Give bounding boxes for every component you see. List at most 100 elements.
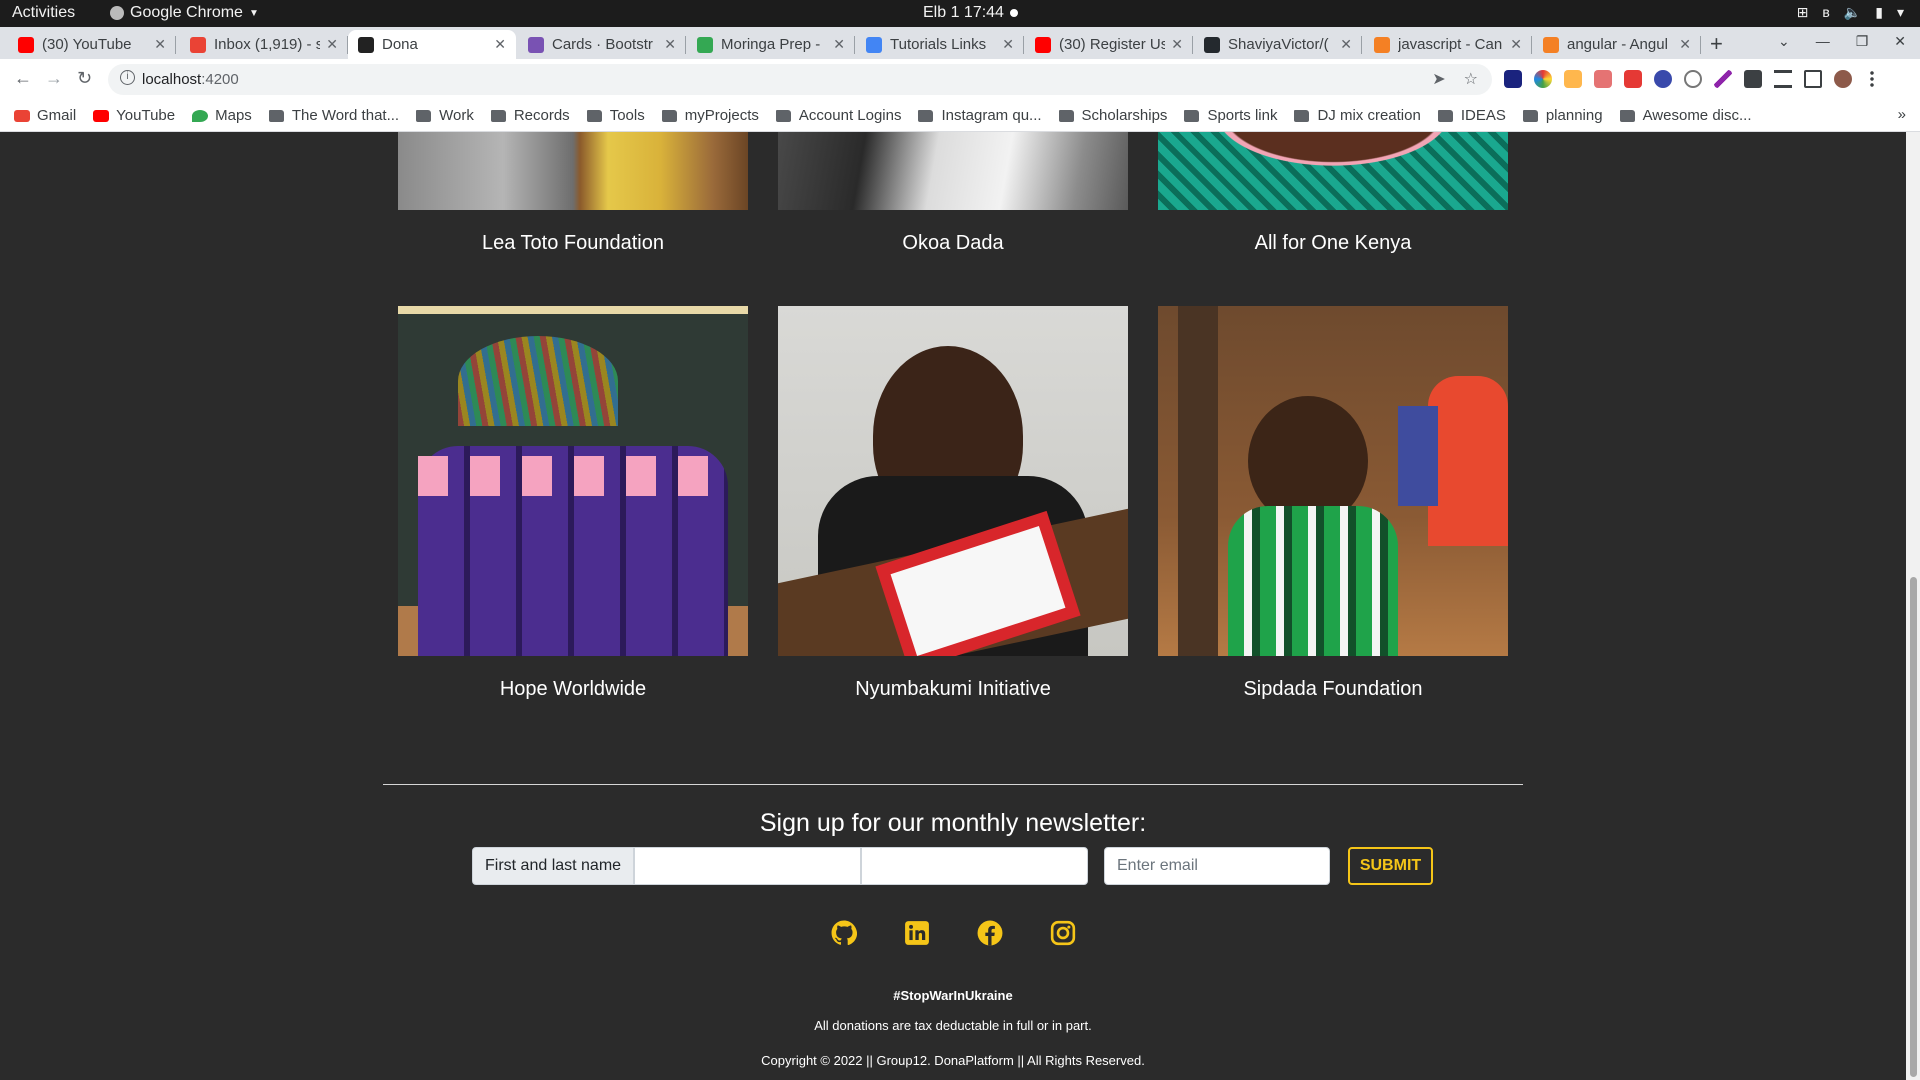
tab-close-icon[interactable]: ✕ — [1679, 36, 1691, 53]
extension-icon[interactable] — [1684, 70, 1702, 88]
bookmark-label: DJ mix creation — [1317, 107, 1421, 124]
extension-icon[interactable] — [1714, 70, 1732, 88]
clock[interactable]: Elb 1 17:44 — [923, 4, 1004, 22]
web-page: Lea Toto Foundation Okoa Dada All for On… — [0, 132, 1906, 1080]
tab-2[interactable]: Dona ✕ — [348, 30, 516, 59]
bookmark-item[interactable]: Sports link — [1184, 107, 1277, 124]
github-icon[interactable] — [831, 920, 857, 946]
tab-close-icon[interactable]: ✕ — [664, 36, 676, 53]
last-name-input[interactable] — [861, 847, 1089, 885]
bookmark-item[interactable]: Awesome disc... — [1619, 107, 1752, 124]
folder-icon — [1437, 109, 1453, 122]
tab-search-icon[interactable]: ⌄ — [1778, 33, 1790, 50]
extension-icon[interactable] — [1534, 70, 1552, 88]
bookmark-item[interactable]: myProjects — [661, 107, 759, 124]
tab-close-icon[interactable]: ✕ — [494, 36, 506, 53]
facebook-icon[interactable] — [977, 920, 1003, 946]
folder-icon — [586, 109, 602, 122]
restore-icon[interactable]: ❐ — [1856, 33, 1869, 50]
instagram-icon[interactable] — [1050, 920, 1076, 946]
scrollbar-thumb[interactable] — [1910, 577, 1917, 1077]
org-name: Nyumbakumi Initiative — [855, 678, 1051, 700]
tab-close-icon[interactable]: ✕ — [1171, 36, 1183, 53]
bookmark-label: Maps — [215, 107, 252, 124]
tab-close-icon[interactable]: ✕ — [326, 36, 338, 53]
folder-icon — [1294, 109, 1310, 122]
tab-close-icon[interactable]: ✕ — [1510, 36, 1522, 53]
tab-4[interactable]: Moringa Prep - ✕ — [687, 30, 855, 59]
tab-7[interactable]: ShaviyaVictor/(✕ — [1194, 30, 1362, 59]
bookmarks-overflow-icon[interactable]: » — [1898, 106, 1906, 123]
folder-icon — [918, 109, 934, 122]
profile-avatar[interactable] — [1834, 70, 1852, 88]
org-card[interactable]: All for One Kenya — [1158, 132, 1508, 255]
tab-3[interactable]: Cards · Bootstr ✕ — [518, 30, 686, 59]
system-tray[interactable]: ⊞ ʙ 🔈 ▮ ▾ — [1797, 4, 1904, 21]
extension-icon[interactable] — [1564, 70, 1582, 88]
tab-9[interactable]: angular - Angul ✕ — [1533, 30, 1701, 59]
page-scrollbar[interactable] — [1906, 132, 1920, 1080]
bookmark-item[interactable]: Records — [490, 107, 570, 124]
newsletter-form: First and last name Enter email SUBMIT — [472, 847, 1433, 885]
extensions-puzzle-icon[interactable] — [1744, 70, 1762, 88]
reload-icon[interactable]: ↻ — [77, 68, 92, 89]
org-name: Sipdada Foundation — [1243, 678, 1423, 700]
tab-close-icon[interactable]: ✕ — [1340, 36, 1352, 53]
extension-icon[interactable] — [1504, 70, 1522, 88]
tab-separator — [1700, 36, 1701, 54]
send-tab-icon[interactable]: ➤ — [1432, 69, 1445, 89]
tab-close-icon[interactable]: ✕ — [154, 36, 166, 53]
bootstrap-icon — [528, 36, 544, 53]
bookmark-star-icon[interactable]: ☆ — [1464, 69, 1478, 89]
email-input[interactable]: Enter email — [1104, 847, 1330, 885]
bookmark-item[interactable]: Maps — [192, 107, 252, 124]
org-card[interactable]: Nyumbakumi Initiative — [778, 306, 1128, 701]
reading-list-icon[interactable] — [1774, 70, 1792, 88]
linkedin-icon[interactable] — [904, 920, 930, 946]
bookmark-item[interactable]: Tools — [586, 107, 645, 124]
new-tab-button[interactable]: + — [1710, 31, 1723, 57]
tab-close-icon[interactable]: ✕ — [833, 36, 845, 53]
kebab-menu-icon[interactable] — [1870, 70, 1874, 88]
app-menu[interactable]: Google Chrome ▼ — [110, 4, 259, 22]
close-window-icon[interactable]: ✕ — [1894, 33, 1906, 50]
org-card[interactable]: Lea Toto Foundation — [398, 132, 748, 255]
bookmark-label: YouTube — [116, 107, 176, 124]
tab-5[interactable]: Tutorials Links ✕ — [856, 30, 1024, 59]
bookmark-item[interactable]: Account Logins — [775, 107, 902, 124]
folder-icon — [1058, 109, 1074, 122]
org-card[interactable]: Hope Worldwide — [398, 306, 748, 701]
tab-8[interactable]: javascript - Can ✕ — [1364, 30, 1532, 59]
back-icon[interactable]: ← — [14, 68, 32, 89]
url-text[interactable]: localhost:4200 — [142, 71, 239, 88]
bookmark-item[interactable]: Scholarships — [1058, 107, 1167, 124]
tab-label: angular - Angul — [1567, 36, 1668, 53]
bookmark-item[interactable]: Work — [416, 107, 474, 124]
minimize-icon[interactable]: — — [1816, 33, 1830, 50]
org-card[interactable]: Okoa Dada — [778, 132, 1128, 255]
bookmark-item[interactable]: DJ mix creation — [1294, 107, 1421, 124]
bookmark-item[interactable]: Instagram qu... — [918, 107, 1042, 124]
bookmark-item[interactable]: planning — [1522, 107, 1603, 124]
address-bar[interactable]: i localhost:4200 ➤ ☆ — [108, 64, 1492, 95]
tab-0[interactable]: (30) YouTube ✕ — [8, 30, 176, 59]
bookmark-item[interactable]: YouTube — [93, 107, 175, 124]
bookmark-item[interactable]: The Word that... — [268, 107, 399, 124]
tab-6[interactable]: (30) Register Us ✕ — [1025, 30, 1193, 59]
first-name-input[interactable] — [634, 847, 862, 885]
bookmark-item[interactable]: IDEAS — [1437, 107, 1506, 124]
bookmark-label: Account Logins — [798, 107, 902, 124]
extension-icon[interactable] — [1654, 70, 1672, 88]
side-panel-icon[interactable] — [1804, 70, 1822, 88]
bookmark-item[interactable]: Gmail — [14, 107, 76, 124]
org-card[interactable]: Sipdada Foundation — [1158, 306, 1508, 701]
submit-button[interactable]: SUBMIT — [1348, 847, 1433, 885]
tab-close-icon[interactable]: ✕ — [1002, 36, 1014, 53]
activities-button[interactable]: Activities — [12, 4, 75, 22]
site-info-icon[interactable]: i — [120, 70, 135, 85]
extension-icon[interactable] — [1624, 70, 1642, 88]
extension-icon[interactable] — [1594, 70, 1612, 88]
forward-icon[interactable]: → — [45, 68, 63, 89]
tab-1[interactable]: Inbox (1,919) - s ✕ — [180, 30, 348, 59]
org-photo — [778, 132, 1128, 210]
